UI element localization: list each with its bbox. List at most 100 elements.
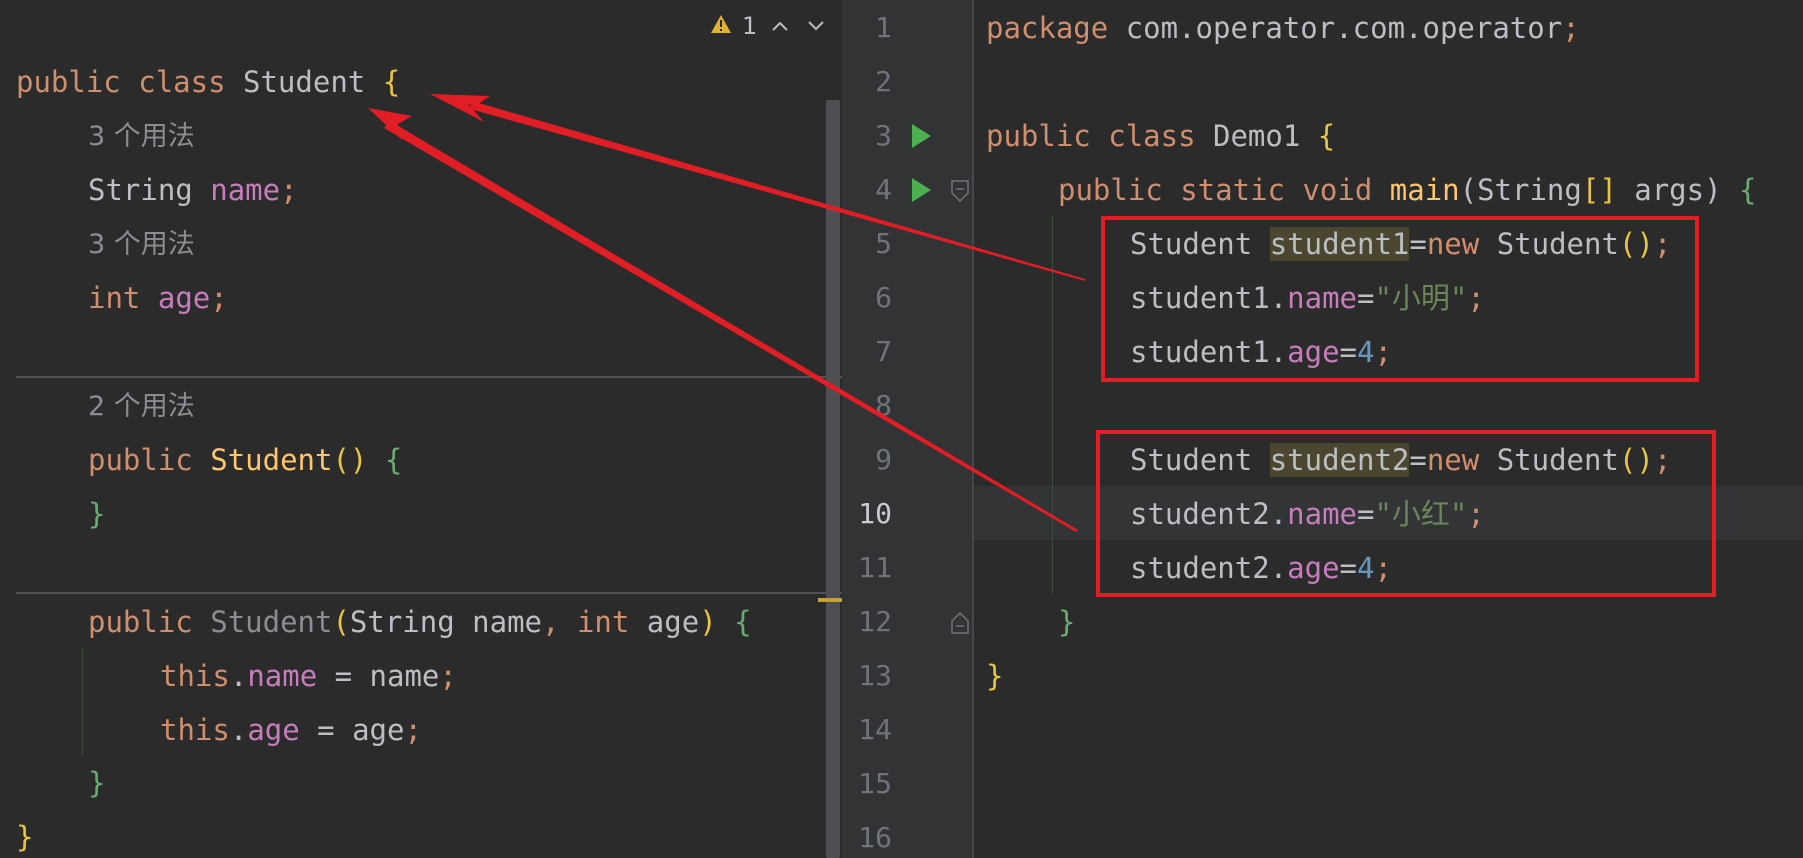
open-brace: {	[734, 605, 752, 639]
method-name: main	[1389, 173, 1460, 207]
keyword-this: this	[160, 659, 230, 693]
class-declaration-line[interactable]: public class Student {	[16, 55, 400, 109]
semicolon: ;	[404, 713, 422, 747]
main-close-line[interactable]: }	[1058, 595, 1075, 649]
dot: .	[229, 713, 248, 747]
close-brace: }	[88, 766, 106, 800]
line-number: 12	[858, 605, 892, 638]
line-number: 6	[875, 281, 892, 314]
assign-age-line[interactable]: this.age = age;	[160, 703, 422, 757]
run-icon[interactable]	[910, 123, 932, 149]
dot: .	[229, 659, 248, 693]
line-number-current: 10	[858, 497, 892, 530]
class-close-line[interactable]: }	[16, 810, 33, 858]
line-number: 16	[858, 821, 892, 854]
field-name: name	[210, 173, 281, 207]
chevron-down-icon[interactable]	[803, 13, 829, 39]
editor-gutter: 1 2 3 4 5 6 7 8 9 10 11 12 13 14 15 16	[842, 0, 974, 858]
semicolon: ;	[210, 281, 228, 315]
param-type: String	[349, 605, 455, 639]
line-number: 4	[875, 173, 892, 206]
left-editor: 1 public class Student { 3 个用法 String na…	[0, 0, 842, 858]
line-number: 14	[858, 713, 892, 746]
vertical-scrollbar[interactable]	[826, 100, 840, 858]
main-method-line[interactable]: public static void main(String[] args) {	[1058, 163, 1757, 217]
default-constructor-line[interactable]: public Student() {	[88, 433, 402, 487]
annotation-box-student2	[1096, 430, 1716, 597]
semicolon: ;	[280, 173, 298, 207]
keyword-public: public	[88, 443, 193, 477]
keyword-class: class	[1108, 119, 1196, 153]
open-brace: {	[1317, 119, 1336, 153]
array-brackets: []	[1581, 173, 1617, 207]
line-number: 15	[858, 767, 892, 800]
scroll-marker	[818, 598, 842, 602]
line-number: 11	[858, 551, 892, 584]
close-brace-line[interactable]: }	[88, 756, 105, 810]
keyword-public: public	[88, 605, 193, 639]
package-name: com.operator.com.operator	[1125, 11, 1563, 45]
keyword-this: this	[160, 713, 230, 747]
indent-guide	[82, 648, 83, 756]
param-name: name	[472, 605, 542, 639]
keyword-void: void	[1302, 173, 1373, 207]
warning-count[interactable]: 1	[742, 12, 757, 40]
indent-guide	[1052, 216, 1053, 594]
line-number: 7	[875, 335, 892, 368]
type-string: String	[88, 173, 193, 207]
open-brace: {	[382, 65, 401, 99]
run-icon[interactable]	[910, 177, 932, 203]
warning-icon[interactable]	[710, 12, 732, 40]
fold-icon[interactable]	[950, 611, 970, 634]
inspection-widget[interactable]: 1	[710, 8, 829, 44]
param-type: String	[1477, 173, 1582, 207]
assign-op: =	[299, 713, 353, 747]
keyword-public: public	[1058, 173, 1163, 207]
type-int: int	[88, 281, 141, 315]
class-declaration-line[interactable]: public class Demo1 {	[986, 109, 1335, 163]
annotation-box-student1	[1101, 216, 1699, 382]
line-number: 2	[875, 65, 892, 98]
field-age: age	[157, 281, 211, 315]
keyword-static: static	[1180, 173, 1285, 207]
field-age-line[interactable]: int age;	[88, 271, 228, 325]
parens: ()	[332, 443, 368, 477]
close-brace: }	[986, 659, 1004, 693]
keyword-public: public	[986, 119, 1091, 153]
semicolon: ;	[439, 659, 457, 693]
right-editor: 1 2 3 4 5 6 7 8 9 10 11 12 13 14 15 16 p…	[842, 0, 1803, 858]
assign-op: =	[317, 659, 370, 693]
line-number: 3	[875, 119, 892, 152]
constructor-name: Student	[210, 605, 333, 639]
close-brace: }	[1058, 605, 1076, 639]
class-name: Student	[243, 65, 366, 99]
package-line[interactable]: package com.operator.com.operator;	[986, 1, 1580, 55]
value: age	[352, 713, 405, 747]
line-number: 1	[875, 11, 892, 44]
fold-icon[interactable]	[950, 180, 970, 203]
usage-hint[interactable]: 3 个用法	[88, 218, 195, 272]
line-number: 13	[858, 659, 892, 692]
param-constructor-line[interactable]: public Student(String name, int age) {	[88, 595, 752, 649]
paren: )	[1704, 173, 1722, 207]
chevron-up-icon[interactable]	[767, 13, 793, 39]
assign-name-line[interactable]: this.name = name;	[160, 649, 457, 703]
class-name: Demo1	[1213, 119, 1301, 153]
value: name	[369, 659, 440, 693]
class-close-line[interactable]: }	[986, 649, 1003, 703]
param-type: int	[576, 605, 630, 639]
line-number: 9	[875, 443, 892, 476]
usage-hint[interactable]: 3 个用法	[88, 110, 195, 164]
constructor-name: Student	[210, 443, 333, 477]
line-number: 5	[875, 227, 892, 260]
field-name-line[interactable]: String name;	[88, 163, 298, 217]
semicolon: ;	[1562, 11, 1580, 45]
field-ref: age	[247, 713, 300, 747]
open-brace: {	[1739, 173, 1757, 207]
param-name: age	[646, 605, 700, 639]
close-brace-line[interactable]: }	[88, 487, 105, 541]
paren: )	[699, 605, 717, 639]
open-brace: {	[384, 443, 403, 477]
comma: ,	[542, 605, 560, 639]
usage-hint[interactable]: 2 个用法	[88, 380, 195, 434]
